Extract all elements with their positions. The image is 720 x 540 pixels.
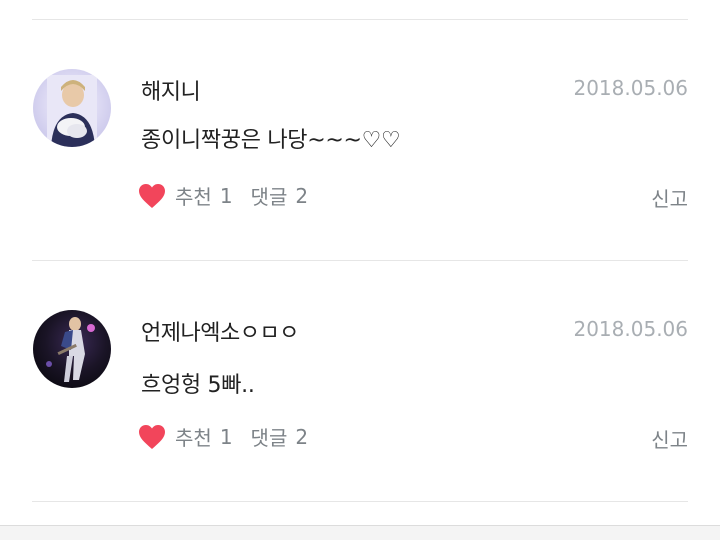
username[interactable]: 언제나엑소ㅇㅁㅇ (141, 315, 299, 347)
heart-icon[interactable] (138, 424, 166, 450)
comment-actions: 추천 1 댓글 2 (138, 181, 308, 210)
comment-item: 언제나엑소ㅇㅁㅇ 2018.05.06 흐엉헝 5빠.. 추천 1 댓글 2 신… (0, 261, 720, 501)
comment-actions: 추천 1 댓글 2 (138, 422, 308, 451)
like-count: 1 (219, 424, 233, 449)
comment-date: 2018.05.06 (573, 76, 688, 100)
reply-button-label[interactable]: 댓글 (251, 181, 288, 210)
reply-button-label[interactable]: 댓글 (251, 422, 288, 451)
report-button[interactable]: 신고 (651, 183, 688, 212)
reply-count: 2 (295, 183, 309, 208)
like-button-label[interactable]: 추천 (175, 181, 212, 210)
comment-text: 종이니짝꿍은 나당~~~♡♡ (141, 128, 401, 153)
comment-date: 2018.05.06 (573, 317, 688, 341)
avatar[interactable] (33, 310, 111, 388)
avatar[interactable] (33, 69, 111, 147)
like-button-label[interactable]: 추천 (175, 422, 212, 451)
bottom-bar (0, 525, 720, 540)
comment-text: 흐엉헝 5빠.. (141, 373, 255, 398)
reply-count: 2 (295, 424, 309, 449)
heart-icon[interactable] (138, 183, 166, 209)
like-count: 1 (219, 183, 233, 208)
divider (32, 501, 688, 502)
comment-item: 해지니 2018.05.06 종이니짝꿍은 나당~~~♡♡ 추천 1 댓글 2 … (0, 20, 720, 260)
username[interactable]: 해지니 (141, 74, 201, 106)
report-button[interactable]: 신고 (651, 424, 688, 453)
